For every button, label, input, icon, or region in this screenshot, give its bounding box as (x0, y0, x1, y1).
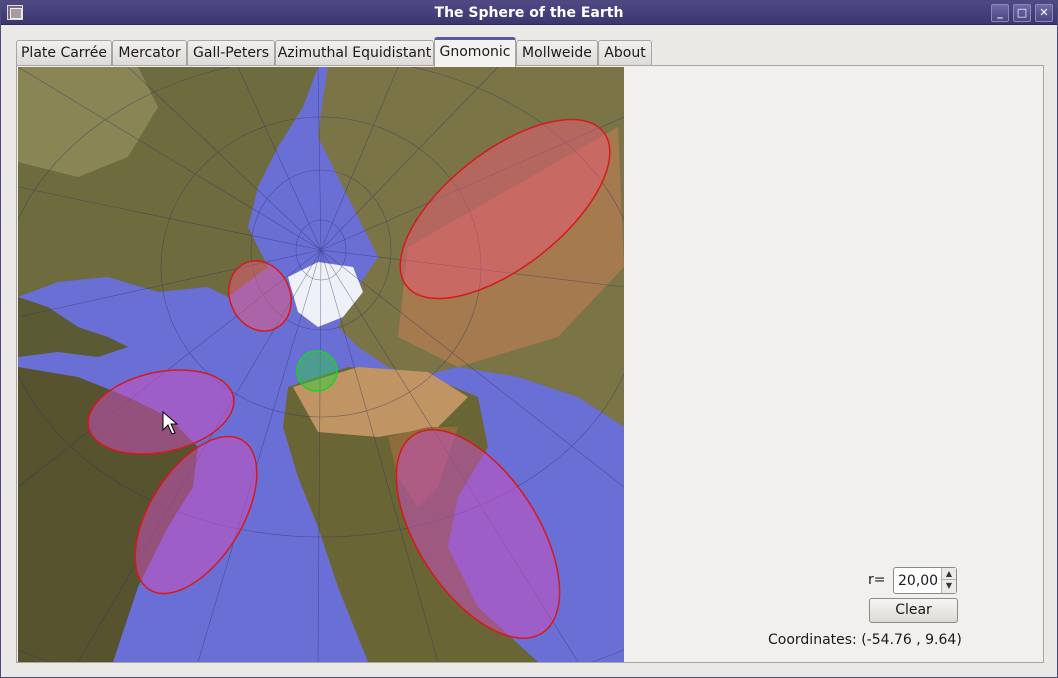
coordinates-readout: Coordinates: (-54.76 , 9.64) (768, 632, 962, 648)
chevron-down-icon[interactable]: ▼ (942, 580, 956, 592)
spin-buttons: ▲ ▼ (941, 568, 956, 593)
green-circle-europe[interactable] (296, 350, 338, 392)
close-button[interactable]: ✕ (1035, 4, 1053, 22)
chevron-up-icon[interactable]: ▲ (942, 568, 956, 580)
radius-label: r= (868, 572, 886, 588)
map-canvas[interactable] (18, 67, 624, 662)
app-window: The Sphere of the Earth _ □ ✕ Plate Carr… (0, 0, 1058, 678)
tab-gall-peters[interactable]: Gall-Peters (187, 40, 275, 66)
tab-about[interactable]: About (598, 40, 652, 66)
radius-input[interactable]: 20,00 (898, 573, 938, 589)
tab-gnomonic[interactable]: Gnomonic (434, 37, 516, 67)
tab-mercator[interactable]: Mercator (112, 40, 187, 66)
minimize-button[interactable]: _ (991, 4, 1009, 22)
title-bar[interactable]: The Sphere of the Earth _ □ ✕ (1, 1, 1057, 25)
tab-panel: r= 20,00 ▲ ▼ Clear Coordinates: (-54.76 … (16, 65, 1044, 663)
maximize-button[interactable]: □ (1013, 4, 1031, 22)
radius-spinbox[interactable]: 20,00 ▲ ▼ (893, 567, 957, 594)
window-title: The Sphere of the Earth (434, 5, 624, 21)
tab-azimuthal-equidistant[interactable]: Azimuthal Equidistant (275, 40, 434, 66)
clear-button[interactable]: Clear (869, 598, 958, 623)
tab-plate-carree[interactable]: Plate Carrée (16, 40, 112, 66)
gnomonic-map[interactable] (18, 67, 624, 662)
tab-mollweide[interactable]: Mollweide (516, 40, 598, 66)
